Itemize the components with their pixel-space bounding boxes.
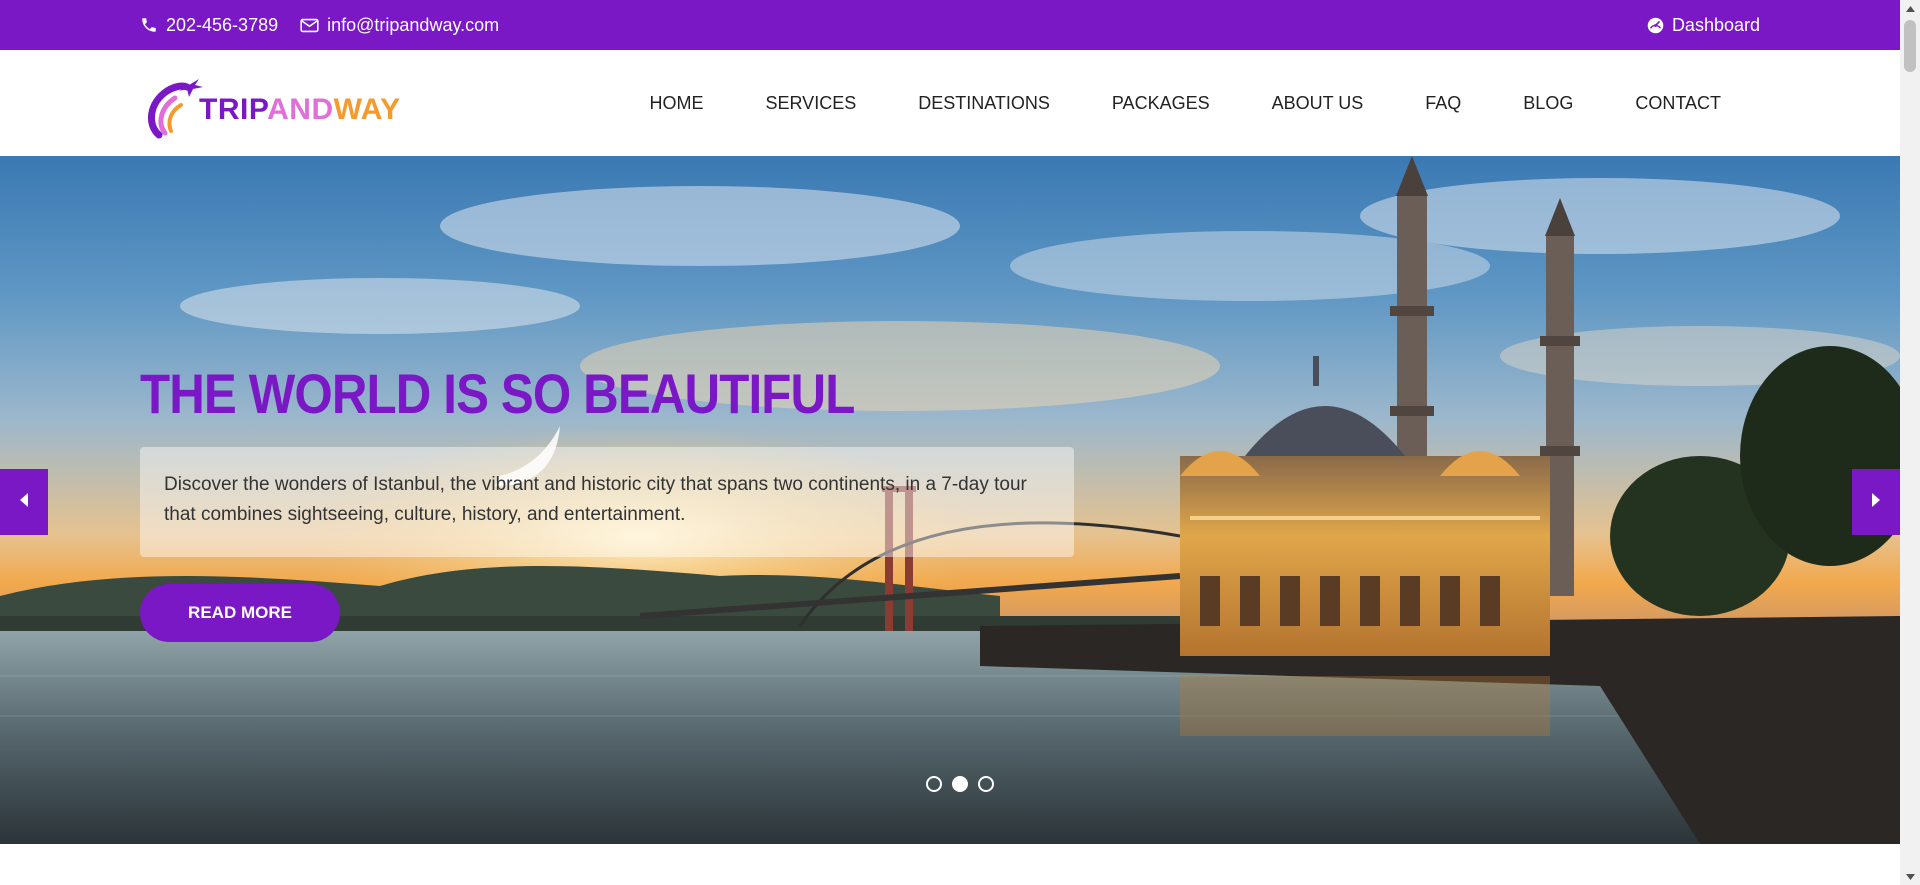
contact-info: 202-456-3789 info@tripandway.com [140, 15, 499, 36]
logo-and: AND [267, 93, 334, 126]
email-contact[interactable]: info@tripandway.com [300, 15, 499, 36]
dashboard-link[interactable]: Dashboard [1647, 15, 1760, 36]
nav-faq[interactable]: FAQ [1394, 93, 1492, 114]
nav-about-us[interactable]: ABOUT US [1241, 93, 1395, 114]
slider-dot-3[interactable] [978, 776, 994, 792]
email-address: info@tripandway.com [327, 14, 500, 35]
phone-icon [140, 16, 158, 34]
nav-home[interactable]: HOME [619, 93, 735, 114]
slider-next-button[interactable] [1852, 469, 1900, 535]
nav-destinations[interactable]: DESTINATIONS [887, 93, 1081, 114]
nav-contact[interactable]: CONTACT [1604, 93, 1752, 114]
nav-services[interactable]: SERVICES [735, 93, 888, 114]
phone-contact[interactable]: 202-456-3789 [140, 15, 278, 36]
site-header: TRIPANDWAY HOME SERVICES DESTINATIONS PA… [0, 50, 1900, 156]
logo-swoosh-icon [148, 79, 203, 139]
read-more-button[interactable]: READ MORE [140, 584, 340, 642]
main-nav: HOME SERVICES DESTINATIONS PACKAGES ABOU… [619, 93, 1753, 114]
dashboard-icon [1647, 17, 1664, 34]
nav-packages[interactable]: PACKAGES [1081, 93, 1241, 114]
page-scrollbar[interactable] [1900, 0, 1920, 885]
scroll-thumb[interactable] [1904, 20, 1916, 72]
hero-description: Discover the wonders of Istanbul, the vi… [140, 447, 1074, 557]
slider-dot-1[interactable] [926, 776, 942, 792]
site-logo[interactable]: TRIPANDWAY [145, 63, 401, 143]
logo-way: WAY [333, 93, 401, 126]
phone-number: 202-456-3789 [166, 14, 279, 35]
nav-blog[interactable]: BLOG [1492, 93, 1604, 114]
caret-left-icon [18, 492, 30, 513]
slider-dot-2[interactable] [952, 776, 968, 792]
caret-right-icon [1870, 492, 1882, 513]
scroll-down-arrow-icon[interactable] [1900, 868, 1920, 885]
hero-title: THE WORLD IS SO BEAUTIFUL [140, 362, 855, 425]
scroll-up-arrow-icon[interactable] [1900, 0, 1920, 17]
slider-pagination [926, 776, 994, 792]
slider-prev-button[interactable] [0, 469, 48, 535]
top-bar: 202-456-3789 info@tripandway.com Dashboa… [0, 0, 1900, 50]
envelope-icon [300, 18, 319, 33]
logo-trip: TRIP [199, 93, 268, 126]
hero-slider: THE WORLD IS SO BEAUTIFUL Discover the w… [0, 156, 1900, 844]
logo-text: TRIPANDWAY [199, 93, 401, 127]
dashboard-label: Dashboard [1671, 14, 1760, 35]
